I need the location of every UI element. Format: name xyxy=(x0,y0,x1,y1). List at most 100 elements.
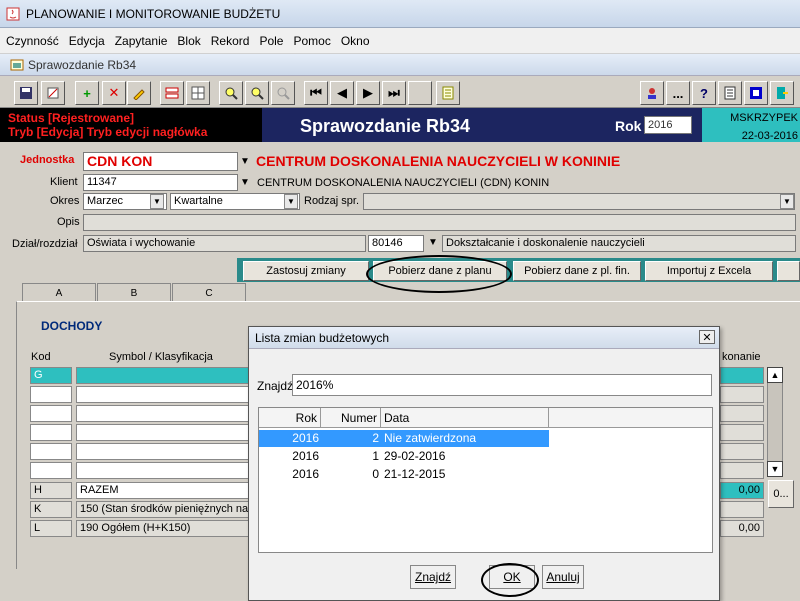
print-icon[interactable] xyxy=(41,81,65,105)
fetch-fin-button[interactable]: Pobierz dane z pl. fin. xyxy=(513,261,641,281)
scroll-up-icon[interactable]: ▲ xyxy=(767,367,783,383)
budget-changes-dialog: Lista zmian budżetowych ✕ Znajdź 2016% R… xyxy=(248,326,720,601)
menu-edycja[interactable]: Edycja xyxy=(69,34,105,48)
menu-rekord[interactable]: Rekord xyxy=(211,34,250,48)
symbol-cell[interactable] xyxy=(76,386,256,403)
tab-c[interactable]: C xyxy=(172,283,246,302)
last-record-icon[interactable]: ⏭ xyxy=(382,81,406,105)
calculator-icon[interactable] xyxy=(718,81,742,105)
window-title: Sprawozdanie Rb34 xyxy=(28,57,137,72)
java-icon xyxy=(6,7,20,20)
app-title: PLANOWANIE I MONITOROWANIE BUDŻETU xyxy=(26,6,281,21)
search-next-icon[interactable] xyxy=(245,81,269,105)
menu-czynnosc[interactable]: Czynność xyxy=(6,34,59,48)
col-rok[interactable]: Rok xyxy=(259,408,321,428)
edit-icon[interactable] xyxy=(127,81,151,105)
menu-zapytanie[interactable]: Zapytanie xyxy=(115,34,168,48)
okres-type-select[interactable]: Kwartalne xyxy=(170,193,300,210)
list-item[interactable]: 2016 1 29-02-2016 xyxy=(259,448,549,465)
menu-pole[interactable]: Pole xyxy=(259,34,283,48)
symbol-cell[interactable] xyxy=(76,462,256,479)
value-cell[interactable] xyxy=(720,424,764,441)
value-cell[interactable] xyxy=(720,386,764,403)
value-cell[interactable] xyxy=(720,367,764,384)
tab-a[interactable]: A xyxy=(22,283,96,302)
okres-dropdown-icon[interactable]: ▼ xyxy=(150,194,164,209)
kod-cell[interactable] xyxy=(30,424,72,441)
user-panel: MSKRZYPEK 22-03-2016 xyxy=(702,108,800,142)
list-item[interactable]: 2016 0 21-12-2015 xyxy=(259,466,549,483)
find-input[interactable]: 2016% xyxy=(292,374,712,396)
search-icon[interactable] xyxy=(219,81,243,105)
section-title: DOCHODY xyxy=(41,319,103,333)
window-switch-icon[interactable] xyxy=(744,81,768,105)
menu-okno[interactable]: Okno xyxy=(341,34,370,48)
value-cell[interactable] xyxy=(720,405,764,422)
add-icon[interactable]: + xyxy=(75,81,99,105)
scroll-down-icon[interactable]: ▼ xyxy=(767,461,783,477)
rozdzial-dropdown-icon[interactable]: ▼ xyxy=(426,235,440,249)
rodzaj-select[interactable] xyxy=(363,193,795,210)
summary-kod: K xyxy=(30,501,72,518)
tab-b[interactable]: B xyxy=(97,283,171,302)
rok-input[interactable]: 2016 xyxy=(644,116,692,134)
jednostka-field[interactable]: CDN KON xyxy=(83,152,238,171)
list-item[interactable]: 2016 2 Nie zatwierdzona xyxy=(259,430,549,447)
opis-field[interactable] xyxy=(83,214,796,231)
okres-type-dropdown-icon[interactable]: ▼ xyxy=(284,194,298,209)
dzial-field[interactable]: Oświata i wychowanie xyxy=(83,235,366,252)
col-data[interactable]: Data xyxy=(381,408,549,428)
grid-icon[interactable] xyxy=(186,81,210,105)
block-icon[interactable] xyxy=(160,81,184,105)
search-disabled-icon xyxy=(271,81,295,105)
menu-bar: Czynność Edycja Zapytanie Blok Rekord Po… xyxy=(0,28,800,54)
import-excel-button[interactable]: Importuj z Excela xyxy=(645,261,773,281)
klient-dropdown-icon[interactable]: ▼ xyxy=(238,175,252,189)
find-label: Znajdź xyxy=(257,379,294,393)
more-icon[interactable]: ... xyxy=(666,81,690,105)
value-cell[interactable] xyxy=(720,462,764,479)
status-panel: Status [Rejestrowane] Tryb [Edycja] Tryb… xyxy=(0,108,262,142)
value-cell[interactable] xyxy=(720,443,764,460)
rozdzial-code-field[interactable]: 80146 xyxy=(368,235,424,252)
jednostka-dropdown-icon[interactable]: ▼ xyxy=(238,154,252,168)
delete-icon[interactable]: ✕ xyxy=(102,81,126,105)
extra-button[interactable] xyxy=(777,261,800,281)
kod-cell[interactable] xyxy=(30,405,72,422)
klient-field[interactable]: 11347 xyxy=(83,174,238,191)
save-icon[interactable] xyxy=(14,81,38,105)
find-button[interactable]: Znajdź xyxy=(410,565,456,589)
user-icon[interactable] xyxy=(640,81,664,105)
menu-pomoc[interactable]: Pomoc xyxy=(293,34,330,48)
menu-blok[interactable]: Blok xyxy=(177,34,200,48)
symbol-cell[interactable] xyxy=(76,367,256,384)
kod-cell[interactable] xyxy=(30,462,72,479)
notes-icon[interactable] xyxy=(436,81,460,105)
exit-icon[interactable] xyxy=(770,81,794,105)
apply-changes-button[interactable]: Zastosuj zmiany xyxy=(243,261,369,281)
symbol-cell[interactable] xyxy=(76,443,256,460)
cancel-button[interactable]: Anuluj xyxy=(542,565,584,589)
kod-cell[interactable] xyxy=(30,443,72,460)
side-button[interactable]: 0... xyxy=(768,480,794,508)
kod-cell[interactable]: G xyxy=(30,367,72,384)
col-kod: Kod xyxy=(31,351,51,363)
jednostka-name: CENTRUM DOSKONALENIA NAUCZYCIELI W KONIN… xyxy=(256,153,621,169)
rozdzial-name-field: Dokształcanie i doskonalenie nauczycieli xyxy=(442,235,796,252)
next-record-icon[interactable]: ▶ xyxy=(356,81,380,105)
jednostka-label: Jednostka xyxy=(20,154,75,166)
kod-cell[interactable] xyxy=(30,386,72,403)
dialog-title: Lista zmian budżetowych xyxy=(249,327,719,349)
symbol-cell[interactable] xyxy=(76,405,256,422)
rodzaj-label: Rodzaj spr. xyxy=(304,195,360,207)
help-icon[interactable]: ? xyxy=(692,81,716,105)
prev-record-icon[interactable]: ◀ xyxy=(330,81,354,105)
first-record-icon[interactable]: ⏮ xyxy=(304,81,328,105)
col-numer[interactable]: Numer xyxy=(321,408,381,428)
blank-icon[interactable] xyxy=(408,81,432,105)
summary-value xyxy=(720,501,764,518)
summary-symbol: 190 Ogółem (H+K150) xyxy=(76,520,256,537)
close-icon[interactable]: ✕ xyxy=(699,330,715,344)
symbol-cell[interactable] xyxy=(76,424,256,441)
rodzaj-dropdown-icon[interactable]: ▼ xyxy=(780,194,794,209)
